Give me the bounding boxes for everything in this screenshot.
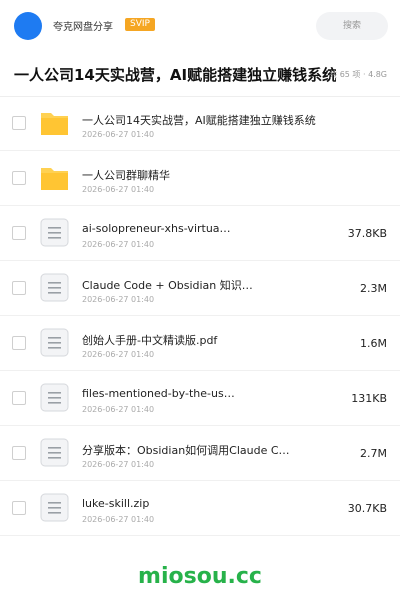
file-date: 2026-06-27 01:40 [82, 515, 155, 524]
file-date: 2026-06-27 01:40 [82, 405, 155, 414]
brand-name: 夸克网盘分享 [53, 22, 113, 33]
share-header: 一人公司14天实战营，AI赋能搭建独立赚钱系统 共 65 项 · 4.8G [0, 52, 400, 97]
file-checkbox[interactable] [12, 501, 26, 515]
top-bar: 夸克网盘分享 SVIP 搜索 [0, 0, 400, 50]
file-date: 2026-06-27 01:40 [82, 240, 155, 249]
share-meta: 共 65 项 · 4.8G [329, 70, 387, 79]
file-date: 2026-06-27 01:40 [82, 295, 155, 304]
folder-icon [40, 163, 69, 192]
file-name[interactable]: files-mentioned-by-the-us… [82, 387, 322, 400]
file-size: 2.7M [360, 447, 387, 460]
file-row[interactable]: 一人公司14天实战营，AI赋能搭建独立赚钱系统 2026-06-27 01:40 [0, 96, 400, 151]
file-row[interactable]: luke-skill.zip 2026-06-27 01:40 30.7KB [0, 481, 400, 536]
file-size: 1.6M [360, 337, 387, 350]
file-icon [40, 438, 69, 467]
file-icon [40, 493, 69, 522]
file-checkbox[interactable] [12, 336, 26, 350]
folder-icon [40, 108, 69, 137]
page-title: 一人公司14天实战营，AI赋能搭建独立赚钱系统 [14, 66, 336, 84]
file-name[interactable]: 一人公司群聊精华 [82, 167, 322, 183]
file-row[interactable]: 创始人手册-中文精读版.pdf 2026-06-27 01:40 1.6M [0, 316, 400, 371]
file-checkbox[interactable] [12, 281, 26, 295]
file-row[interactable]: 分享版本：Obsidian如何调用Claude C… 2026-06-27 01:… [0, 426, 400, 481]
avatar[interactable] [14, 12, 42, 40]
file-row[interactable]: ai-solopreneur-xhs-virtua… 2026-06-27 01:… [0, 206, 400, 261]
file-date: 2026-06-27 01:40 [82, 350, 155, 359]
file-name[interactable]: luke-skill.zip [82, 497, 322, 510]
file-name[interactable]: 创始人手册-中文精读版.pdf [82, 332, 322, 348]
file-row[interactable]: 一人公司群聊精华 2026-06-27 01:40 [0, 151, 400, 206]
watermark: miosou.cc [138, 564, 262, 589]
file-size: 131KB [351, 392, 387, 405]
file-icon [40, 273, 69, 302]
svip-badge: SVIP [125, 18, 155, 31]
file-row[interactable]: files-mentioned-by-the-us… 2026-06-27 01:… [0, 371, 400, 426]
search-button[interactable]: 搜索 [316, 12, 388, 40]
file-name[interactable]: 分享版本：Obsidian如何调用Claude C… [82, 442, 322, 458]
file-checkbox[interactable] [12, 226, 26, 240]
file-name[interactable]: Claude Code + Obsidian 知识… [82, 277, 322, 293]
file-checkbox[interactable] [12, 391, 26, 405]
file-icon [40, 383, 69, 412]
file-name[interactable]: ai-solopreneur-xhs-virtua… [82, 222, 322, 235]
file-icon [40, 328, 69, 357]
file-row[interactable]: Claude Code + Obsidian 知识… 2026-06-27 01:… [0, 261, 400, 316]
file-size: 37.8KB [347, 227, 387, 240]
file-checkbox[interactable] [12, 171, 26, 185]
file-name[interactable]: 一人公司14天实战营，AI赋能搭建独立赚钱系统 [82, 112, 322, 128]
file-date: 2026-06-27 01:40 [82, 130, 155, 139]
file-date: 2026-06-27 01:40 [82, 460, 155, 469]
file-size: 2.3M [360, 282, 387, 295]
file-checkbox[interactable] [12, 446, 26, 460]
file-date: 2026-06-27 01:40 [82, 185, 155, 194]
file-list: 一人公司14天实战营，AI赋能搭建独立赚钱系统 2026-06-27 01:40 一… [0, 96, 400, 536]
file-icon [40, 218, 69, 247]
file-size: 30.7KB [347, 502, 387, 515]
file-checkbox[interactable] [12, 116, 26, 130]
